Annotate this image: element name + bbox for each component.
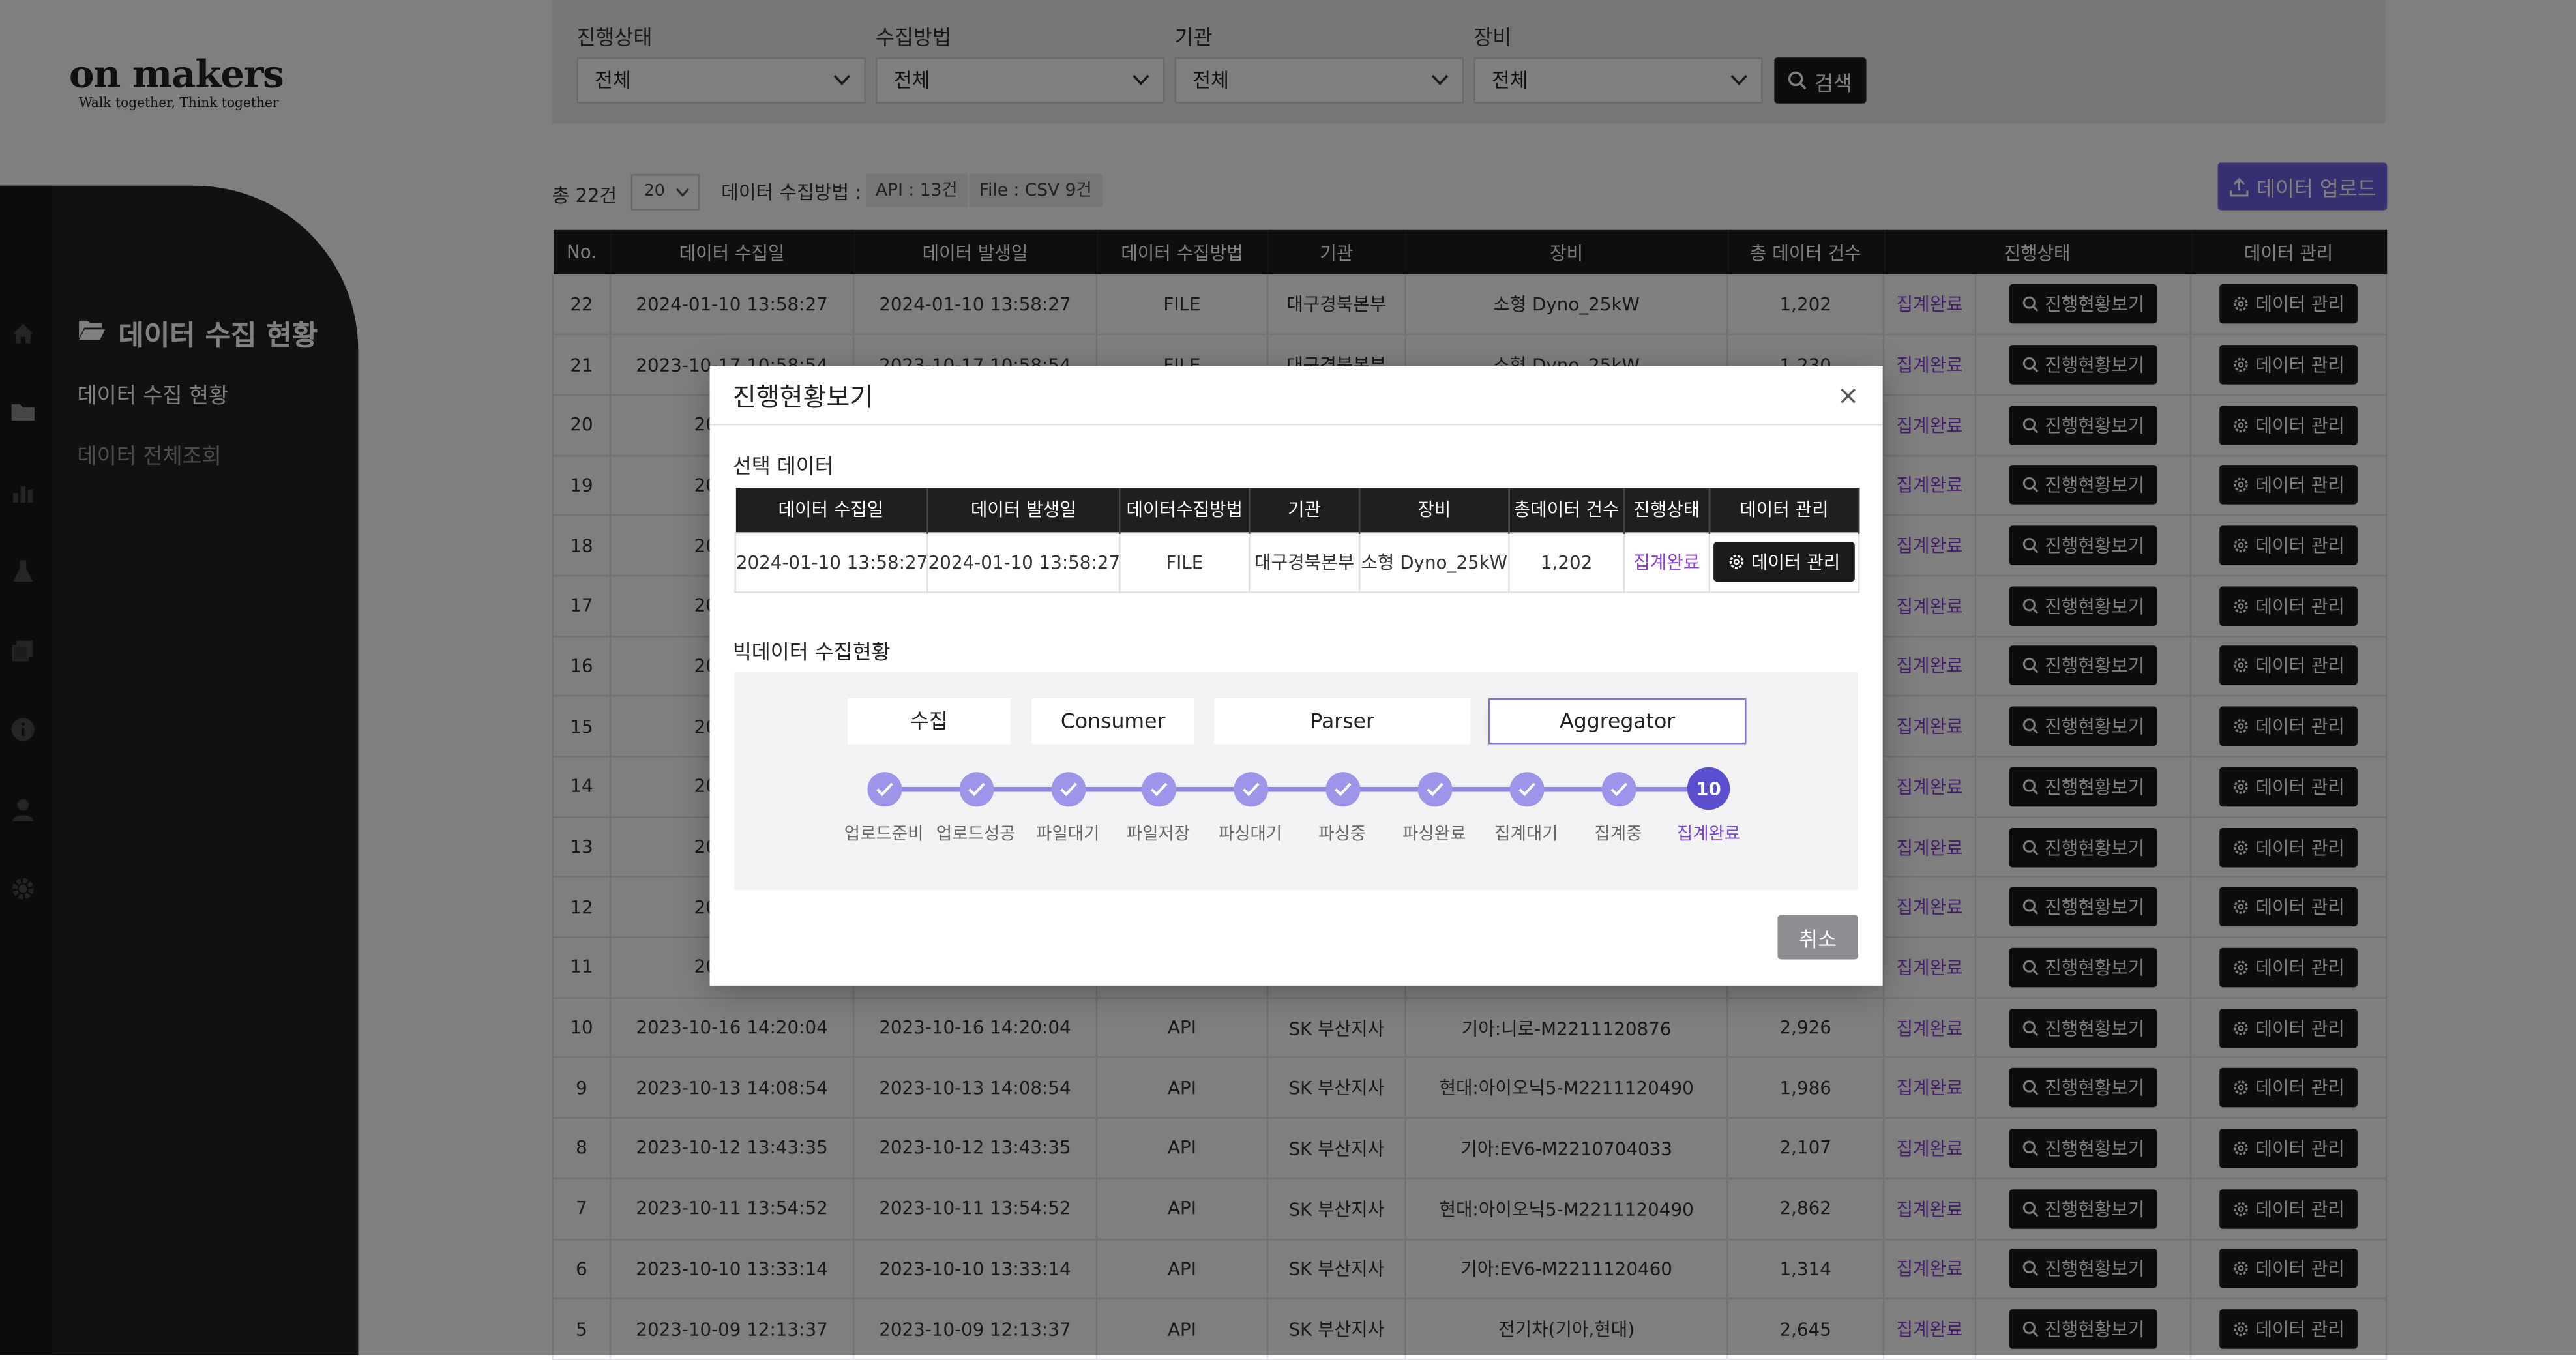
data-manage-button-label: 데이터 관리 [1751,552,1841,574]
sel-method: FILE [1118,531,1251,593]
step-label: 집계중 [1594,824,1642,845]
sel-col-method: 데이터수집방법 [1119,488,1251,533]
cancel-button[interactable]: 취소 [1777,915,1858,960]
sel-col-equipment: 장비 [1359,488,1510,533]
step-label: 집계대기 [1494,824,1558,845]
step-label: 업로드준비 [844,824,924,845]
bigdata-status-panel: 수집 Consumer Parser Aggregator 업로드준비 업로드성공… [734,672,1858,891]
sel-manage-cell: 데이터 관리 [1708,531,1860,593]
sel-col-manage: 데이터 관리 [1709,488,1860,533]
stage-tab-collect[interactable]: 수집 [848,698,1011,745]
modal-title: 진행현황보기 [732,383,874,413]
gear-icon [1729,555,1743,569]
sel-col-total: 총데이터 건수 [1509,488,1625,533]
modal-divider [709,424,1883,426]
step-check-icon [1509,772,1544,807]
data-manage-button[interactable]: 데이터 관리 [1713,542,1855,582]
step-check-icon [1417,772,1452,807]
sel-col-agency: 기관 [1249,488,1361,533]
step-check-icon [1140,772,1176,807]
step-label: 집계완료 [1676,824,1741,845]
sel-col-collection-date: 데이터 수집일 [735,488,928,533]
close-icon[interactable] [1837,383,1859,406]
sel-agency: 대구경북본부 [1249,531,1361,593]
table-header-row: 데이터 수집일 데이터 발생일 데이터수집방법 기관 장비 총데이터 건수 진행… [735,488,1860,533]
step-label: 업로드성공 [936,824,1016,845]
step-check-icon [866,772,902,807]
stage-tab-aggregator[interactable]: Aggregator [1488,698,1747,745]
current-step-badge: 10 [1687,767,1730,810]
progress-track [883,786,1706,792]
step-check-icon [1233,772,1268,807]
page: on makers Walk together, Think together … [0,0,2576,1360]
sel-equipment: 소형 Dyno_25kW [1358,531,1510,593]
bigdata-status-label: 빅데이터 수집현황 [732,639,891,664]
step-check-icon [1325,772,1360,807]
step-label: 파일저장 [1126,824,1191,845]
sel-status-link[interactable]: 집계완료 [1623,531,1711,593]
selected-data-table: 데이터 수집일 데이터 발생일 데이터수집방법 기관 장비 총데이터 건수 진행… [734,488,1860,593]
step-label: 파싱대기 [1218,824,1282,845]
stage-tab-consumer[interactable]: Consumer [1031,698,1194,745]
step-check-icon [1050,772,1086,807]
table-row: 2024-01-10 13:58:27 2024-01-10 13:58:27 … [734,531,1860,593]
step-check-icon [1601,772,1636,807]
sel-col-occurrence-date: 데이터 발생일 [927,488,1121,533]
stage-tab-parser[interactable]: Parser [1214,698,1471,745]
sel-total: 1,202 [1508,531,1625,593]
progress-modal: 진행현황보기 선택 데이터 데이터 수집일 데이터 발생일 데이터수집방법 기관… [709,366,1883,986]
sel-col-status: 진행상태 [1623,488,1711,533]
step-check-icon [958,772,994,807]
sel-collection-date: 2024-01-10 13:58:27 [734,531,928,593]
step-label: 파싱완료 [1402,824,1466,845]
selected-data-label: 선택 데이터 [732,453,834,479]
step-label: 파일대기 [1036,824,1100,845]
sel-occurrence-date: 2024-01-10 13:58:27 [926,531,1121,593]
step-label: 파싱중 [1318,824,1367,845]
